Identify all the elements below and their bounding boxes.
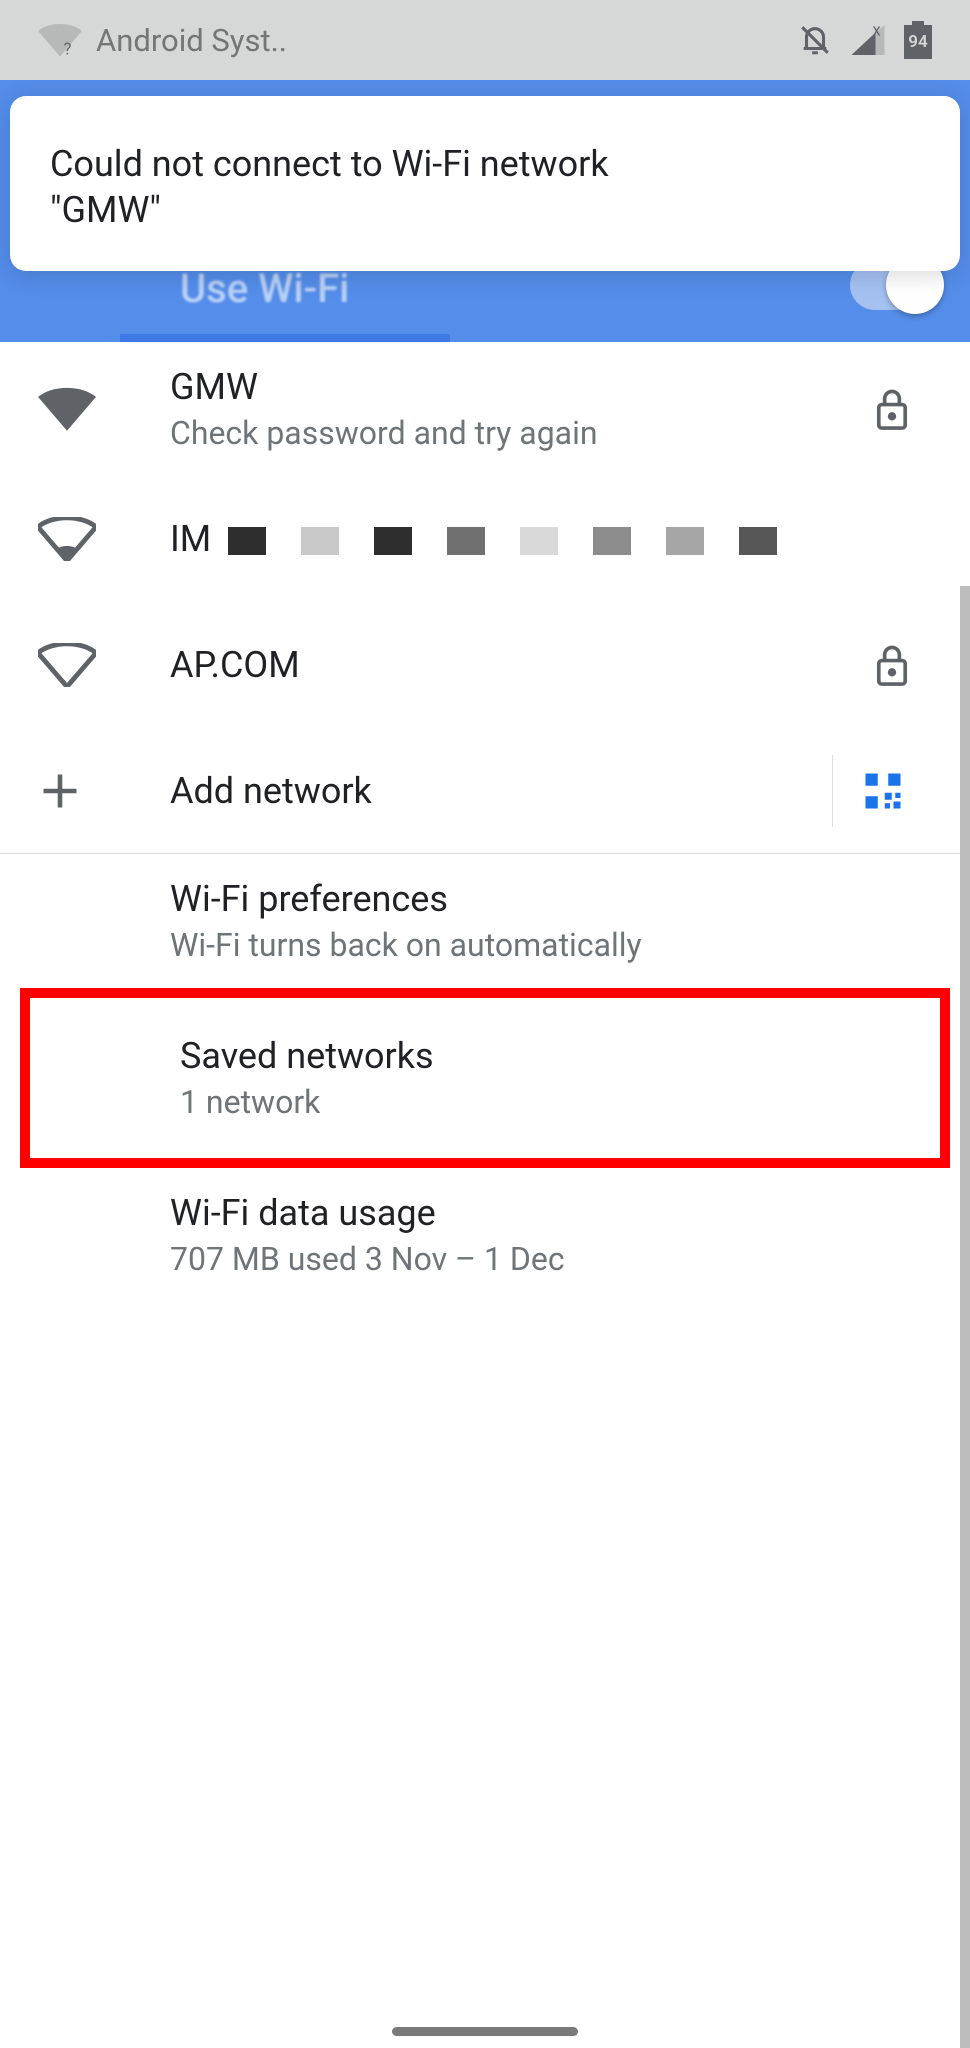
plus-icon xyxy=(38,769,82,813)
wifi-pref-title: Wi-Fi preferences xyxy=(170,878,932,920)
network-ssid: AP.COM xyxy=(170,644,852,686)
lock-icon xyxy=(874,643,910,687)
wifi-weak-icon: ? xyxy=(38,23,82,57)
add-network-row[interactable]: Add network xyxy=(0,728,970,854)
wifi-data-usage-row[interactable]: Wi-Fi data usage 707 MB used 3 Nov – 1 D… xyxy=(0,1168,970,1302)
qr-icon xyxy=(862,770,904,812)
toast-title: Could not connect to Wi-Fi network xyxy=(50,140,920,189)
svg-text:x: x xyxy=(873,23,881,41)
status-left: ? Android Syst.. xyxy=(38,22,798,59)
battery-pct: 94 xyxy=(908,32,927,52)
toast-network-name: "GMW" xyxy=(50,189,920,231)
redacted-ssid xyxy=(228,527,777,555)
wifi-pref-sub: Wi-Fi turns back on automatically xyxy=(170,926,932,964)
status-notification-text: Android Syst.. xyxy=(96,22,287,59)
network-status: Check password and try again xyxy=(170,414,852,452)
add-network-label: Add network xyxy=(170,770,832,812)
dnd-icon xyxy=(798,23,832,57)
saved-networks-sub: 1 network xyxy=(180,1083,902,1121)
wifi-content: GMW Check password and try again IM xyxy=(0,342,970,2048)
saved-networks-row[interactable]: Saved networks 1 network xyxy=(30,998,940,1158)
wifi-usage-sub: 707 MB used 3 Nov – 1 Dec xyxy=(170,1240,932,1278)
wifi-usage-title: Wi-Fi data usage xyxy=(170,1192,932,1234)
tab-indicator xyxy=(120,334,450,342)
status-bar: ? Android Syst.. x 94 xyxy=(0,0,970,80)
nav-pill[interactable] xyxy=(392,2027,578,2036)
saved-networks-title: Saved networks xyxy=(180,1035,902,1077)
status-right: x 94 xyxy=(798,21,932,59)
svg-text:?: ? xyxy=(64,41,72,57)
network-row-gmw[interactable]: GMW Check password and try again xyxy=(0,342,970,476)
use-wifi-label: Use Wi-Fi xyxy=(180,265,349,312)
wifi-low-icon xyxy=(38,517,96,561)
scrollbar[interactable] xyxy=(960,586,970,2048)
wifi-full-icon xyxy=(38,387,96,431)
wifi-preferences-row[interactable]: Wi-Fi preferences Wi-Fi turns back on au… xyxy=(0,854,970,988)
wifi-none-icon xyxy=(38,643,96,687)
cell-signal-icon: x xyxy=(850,23,886,57)
network-row-im[interactable]: IM xyxy=(0,476,970,602)
connection-error-toast[interactable]: Could not connect to Wi-Fi network "GMW" xyxy=(10,96,960,271)
saved-networks-highlight: Saved networks 1 network xyxy=(20,988,950,1168)
lock-icon xyxy=(874,387,910,431)
network-ssid: GMW xyxy=(170,366,852,408)
qr-scan-button[interactable] xyxy=(832,755,932,827)
network-ssid: IM xyxy=(170,518,852,560)
network-row-apcom[interactable]: AP.COM xyxy=(0,602,970,728)
battery-icon: 94 xyxy=(904,21,932,59)
